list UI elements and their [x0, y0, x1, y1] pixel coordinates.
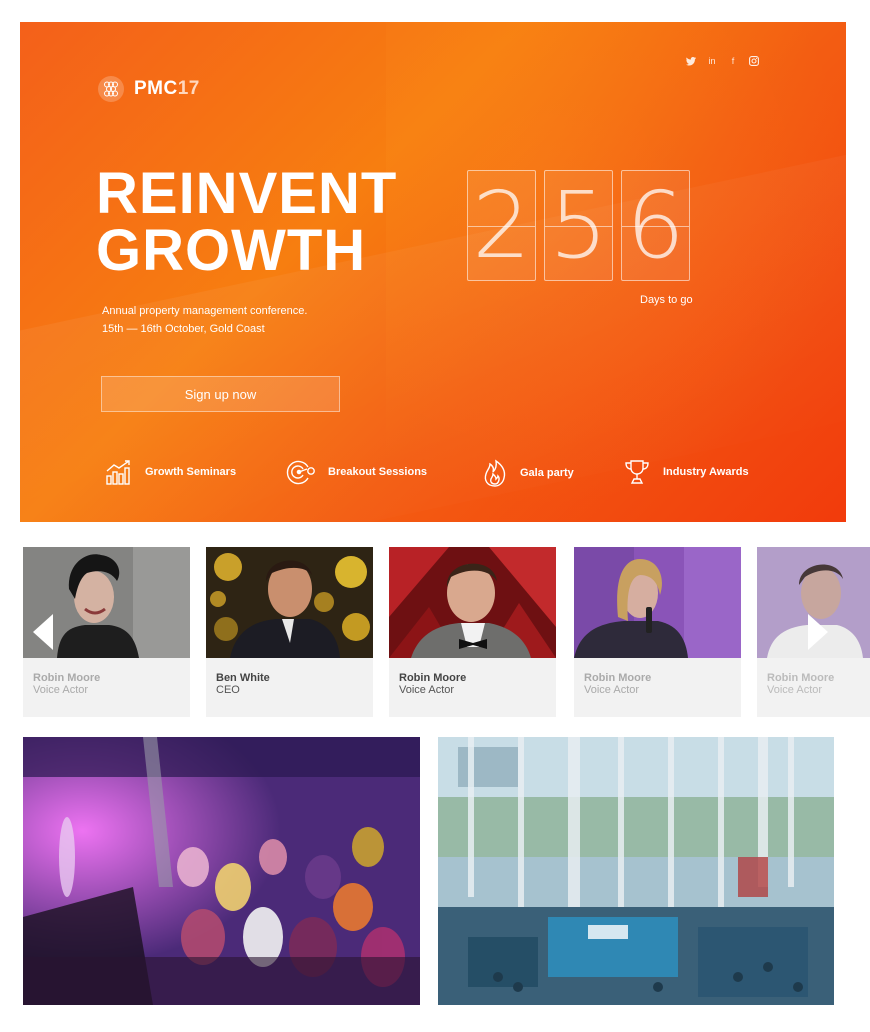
feature-gala-party[interactable]: Gala party: [482, 459, 574, 487]
feature-label: Growth Seminars: [145, 466, 237, 478]
logo-main: PMC: [134, 78, 178, 99]
speaker-card[interactable]: Robin Moore Voice Actor: [574, 547, 741, 717]
headline-line-1: REINVENT: [96, 161, 398, 226]
logo-text: PMC17: [134, 78, 200, 100]
hero-banner: PMC17 in f REINVENT GROWTH Annual proper…: [20, 22, 846, 522]
speaker-name: Robin Moore: [767, 672, 835, 684]
carousel-next-icon[interactable]: [808, 614, 828, 650]
countdown-digit: 6: [621, 170, 690, 281]
speaker-role: Voice Actor: [399, 684, 455, 696]
hero-subtitle: Annual property management conference. 1…: [102, 302, 307, 338]
countdown-digit: 5: [544, 170, 613, 281]
speaker-name: Robin Moore: [33, 672, 101, 684]
countdown-digit: 2: [467, 170, 536, 281]
instagram-icon[interactable]: [748, 55, 760, 67]
speaker-role: CEO: [216, 684, 240, 696]
brand-logo[interactable]: PMC17: [98, 76, 200, 102]
headline-line-2: GROWTH: [96, 218, 367, 283]
speaker-role: Voice Actor: [767, 684, 823, 696]
growth-chart-icon: [106, 460, 130, 485]
landing-page: PMC17 in f REINVENT GROWTH Annual proper…: [0, 0, 870, 1032]
speaker-card[interactable]: Robin Moore Voice Actor: [389, 547, 556, 717]
speaker-name: Ben White: [216, 672, 270, 684]
twitter-icon[interactable]: [685, 55, 697, 67]
flame-icon: [484, 459, 506, 487]
sign-up-button[interactable]: Sign up now: [101, 376, 340, 412]
feature-label: Breakout Sessions: [328, 466, 428, 478]
countdown-timer: 2 5 6: [467, 170, 690, 281]
subtitle-line-2: 15th — 16th October, Gold Coast: [102, 323, 265, 335]
speaker-card[interactable]: Ben White CEO: [206, 547, 373, 717]
hero-headline: REINVENT GROWTH: [96, 161, 398, 283]
speaker-name: Robin Moore: [399, 672, 467, 684]
feature-label: Industry Awards: [663, 466, 749, 478]
carousel-prev-icon[interactable]: [33, 614, 53, 650]
feature-label: Gala party: [520, 467, 574, 479]
countdown-caption: Days to go: [640, 294, 693, 306]
feature-breakout-sessions[interactable]: Breakout Sessions: [286, 459, 427, 485]
feature-growth-seminars[interactable]: Growth Seminars: [105, 459, 236, 485]
subtitle-line-1: Annual property management conference.: [102, 305, 308, 317]
facebook-icon[interactable]: f: [727, 55, 739, 67]
trophy-icon: [625, 460, 649, 484]
expo-hall-photo[interactable]: [438, 737, 834, 1005]
logo-suffix: 17: [177, 78, 200, 99]
speaker-photo: [206, 547, 373, 658]
gala-party-photo[interactable]: [23, 737, 420, 1005]
linkedin-icon[interactable]: in: [706, 55, 718, 67]
feature-list: Growth Seminars Breakout Sessions Gala p…: [105, 459, 805, 489]
speakers-carousel: Robin Moore Voice Actor Ben White CEO Ro…: [0, 547, 870, 717]
logo-mark-icon: [98, 76, 124, 102]
feature-industry-awards[interactable]: Industry Awards: [623, 459, 749, 485]
speaker-role: Voice Actor: [33, 684, 89, 696]
target-icon: [286, 460, 315, 485]
speaker-photo: [389, 547, 556, 658]
speaker-name: Robin Moore: [584, 672, 652, 684]
speaker-photo: [574, 547, 741, 658]
social-links: in f: [685, 55, 760, 67]
speaker-role: Voice Actor: [584, 684, 640, 696]
